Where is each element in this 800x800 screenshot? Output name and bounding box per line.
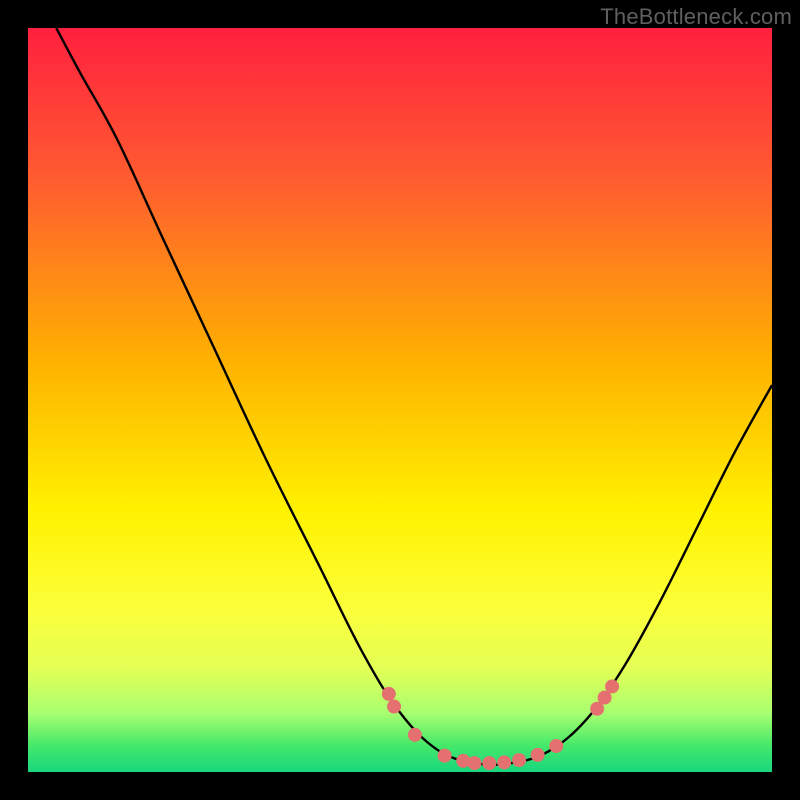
data-marker xyxy=(408,728,422,742)
watermark-text: TheBottleneck.com xyxy=(600,4,792,30)
data-marker xyxy=(467,756,481,770)
data-marker xyxy=(382,687,396,701)
data-marker xyxy=(512,753,526,767)
data-marker xyxy=(531,748,545,762)
plot-background xyxy=(28,28,772,772)
data-marker xyxy=(497,755,511,769)
data-marker xyxy=(387,700,401,714)
data-marker xyxy=(438,749,452,763)
data-marker xyxy=(482,756,496,770)
data-marker xyxy=(605,679,619,693)
data-marker xyxy=(549,739,563,753)
bottleneck-chart xyxy=(0,0,800,800)
chart-container: TheBottleneck.com xyxy=(0,0,800,800)
